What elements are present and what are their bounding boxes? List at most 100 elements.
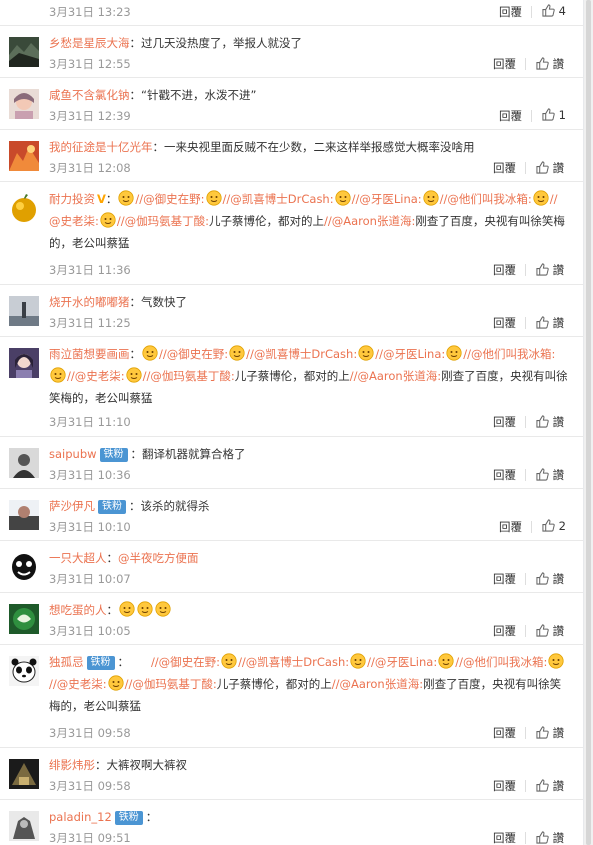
mention-link[interactable]: //@他们叫我冰箱: xyxy=(463,347,555,361)
mention-link[interactable]: //@Aaron张道海: xyxy=(332,677,423,691)
avatar[interactable] xyxy=(9,296,39,326)
avatar[interactable] xyxy=(9,89,39,119)
comment-text: 一只大超人：@半夜吃方便面 xyxy=(49,551,199,565)
mention-link[interactable]: //@牙医Lina: xyxy=(352,192,422,206)
username-link[interactable]: 独孤忌 xyxy=(49,655,84,669)
username-link[interactable]: paladin_12 xyxy=(49,810,112,824)
avatar[interactable] xyxy=(9,811,39,841)
comment-body: 儿子蔡博伦，都对的上 xyxy=(209,214,324,228)
avatar[interactable] xyxy=(9,141,39,171)
mention-link[interactable]: //@伽玛氨基丁酸: xyxy=(117,214,209,228)
scrollbar-thumb[interactable] xyxy=(586,0,591,845)
avatar[interactable] xyxy=(9,552,39,582)
like-button[interactable]: 讚 xyxy=(536,623,564,639)
mention-link[interactable]: //@凯喜博士DrCash: xyxy=(246,347,357,361)
username-link[interactable]: 一只大超人 xyxy=(49,551,107,565)
username-link[interactable]: 萨沙伊凡 xyxy=(49,499,95,513)
username-link[interactable]: 我的征途是十亿光年 xyxy=(49,140,153,154)
reply-button[interactable]: 回覆 xyxy=(493,571,516,587)
reply-button[interactable]: 回覆 xyxy=(493,56,516,72)
username-link[interactable]: 耐力投资 xyxy=(49,192,95,206)
mention-link[interactable]: //@史老柒: xyxy=(49,677,107,691)
comment-item: paladin_12 铁粉： 3月31日 09:51 回覆 讚 xyxy=(0,800,583,845)
like-button[interactable]: 2 xyxy=(542,519,566,533)
username-link[interactable]: saipubw xyxy=(49,447,97,461)
comment-text: 我的征途是十亿光年：一来央视里面反贼不在少数，二来这样举报感觉大概率没啥用 xyxy=(49,140,475,154)
reply-button[interactable]: 回覆 xyxy=(493,467,516,483)
mention-link[interactable]: //@凯喜博士DrCash: xyxy=(223,192,334,206)
reply-button[interactable]: 回覆 xyxy=(493,623,516,639)
avatar[interactable] xyxy=(9,348,39,378)
mention-link[interactable]: //@凯喜博士DrCash: xyxy=(238,655,349,669)
like-count: 讚 xyxy=(552,779,565,793)
comment-body: 过几天没热度了，举报人就没了 xyxy=(141,36,302,50)
avatar[interactable] xyxy=(9,656,39,686)
avatar[interactable] xyxy=(9,500,39,530)
like-count: 讚 xyxy=(552,468,565,482)
reply-button[interactable]: 回覆 xyxy=(493,160,516,176)
scrollbar[interactable] xyxy=(584,0,593,845)
divider xyxy=(525,832,526,844)
mention-link[interactable]: //@牙医Lina: xyxy=(375,347,445,361)
comment-item: 雨泣菌想要画画：//@御史在野://@凯喜博士DrCash://@牙医Lina:… xyxy=(0,337,583,437)
mention-link[interactable]: @半夜吃方便面 xyxy=(118,551,199,565)
reply-button[interactable]: 回覆 xyxy=(493,262,516,278)
avatar[interactable] xyxy=(9,604,39,634)
face-emoji-icon xyxy=(50,367,66,383)
mention-link[interactable]: //@御史在野: xyxy=(135,192,204,206)
like-button[interactable]: 讚 xyxy=(536,571,564,587)
like-button[interactable]: 讚 xyxy=(536,315,564,331)
mention-link[interactable]: //@Aaron张道海: xyxy=(350,369,441,383)
like-button[interactable]: 讚 xyxy=(536,56,564,72)
thumbs-up-icon xyxy=(542,519,555,532)
reply-button[interactable]: 回覆 xyxy=(493,414,516,430)
comment-item: 独孤忌 铁粉： //@御史在野://@凯喜博士DrCash://@牙医Lina: /… xyxy=(0,645,583,748)
mention-link[interactable]: //@牙医Lina: xyxy=(367,655,437,669)
like-button[interactable]: 讚 xyxy=(536,160,564,176)
mention-link[interactable]: //@御史在野: xyxy=(159,347,228,361)
like-button[interactable]: 讚 xyxy=(536,725,564,741)
reply-button[interactable]: 回覆 xyxy=(493,778,516,794)
like-button[interactable]: 讚 xyxy=(536,830,564,845)
reply-button[interactable]: 回覆 xyxy=(493,830,516,845)
username-link[interactable]: 烧开水的嘟嘟猪 xyxy=(49,295,130,309)
face-emoji-icon xyxy=(137,601,153,617)
face-emoji-icon xyxy=(229,345,245,361)
reply-button[interactable]: 回覆 xyxy=(493,725,516,741)
mention-link[interactable]: //@御史在野: xyxy=(151,655,220,669)
comment-item: 绯影炜彤：大裤衩啊大裤衩 3月31日 09:58 回覆 讚 xyxy=(0,748,583,800)
face-emoji-icon xyxy=(446,345,462,361)
reply-button[interactable]: 回覆 xyxy=(499,519,522,535)
comment-body: 儿子蔡博伦，都对的上 xyxy=(216,677,332,691)
avatar[interactable] xyxy=(9,193,39,223)
like-button[interactable]: 讚 xyxy=(536,778,564,794)
comment-text: 乡愁是星辰大海：过几天没热度了，举报人就没了 xyxy=(49,36,302,50)
like-button[interactable]: 讚 xyxy=(536,467,564,483)
like-button[interactable]: 讚 xyxy=(536,262,564,278)
reply-button[interactable]: 回覆 xyxy=(493,315,516,331)
avatar[interactable] xyxy=(9,759,39,789)
username-link[interactable]: 雨泣菌想要画画 xyxy=(49,347,130,361)
mention-link[interactable]: //@伽玛氨基丁酸: xyxy=(125,677,217,691)
username-link[interactable]: 乡愁是星辰大海 xyxy=(49,36,130,50)
comment-time: 3月31日 12:39 xyxy=(49,109,131,123)
reply-button[interactable]: 回覆 xyxy=(499,108,522,124)
username-link[interactable]: 想吃蛋的人 xyxy=(49,603,107,617)
like-button[interactable]: 讚 xyxy=(536,414,564,430)
face-emoji-icon xyxy=(335,190,351,206)
mention-link[interactable]: //@伽玛氨基丁酸: xyxy=(143,369,235,383)
mention-link[interactable]: //@史老柒: xyxy=(67,369,125,383)
username-link[interactable]: 咸鱼不含氯化钠 xyxy=(49,88,130,102)
comment-item: 耐力投资 V：//@御史在野://@凯喜博士DrCash://@牙医Lina://… xyxy=(0,182,583,285)
like-button[interactable]: 1 xyxy=(542,108,566,122)
like-button[interactable]: 4 xyxy=(542,4,566,18)
comment-time: 3月31日 10:07 xyxy=(49,572,131,586)
mention-link[interactable]: //@Aaron张道海: xyxy=(324,214,415,228)
comment-item-partial: 3月31日 13:23 回覆 4 xyxy=(0,0,583,26)
avatar[interactable] xyxy=(9,37,39,67)
mention-link[interactable]: //@他们叫我冰箱: xyxy=(455,655,547,669)
reply-button[interactable]: 回覆 xyxy=(499,4,522,20)
avatar[interactable] xyxy=(9,448,39,478)
username-link[interactable]: 绯影炜彤 xyxy=(49,758,95,772)
mention-link[interactable]: //@他们叫我冰箱: xyxy=(440,192,532,206)
